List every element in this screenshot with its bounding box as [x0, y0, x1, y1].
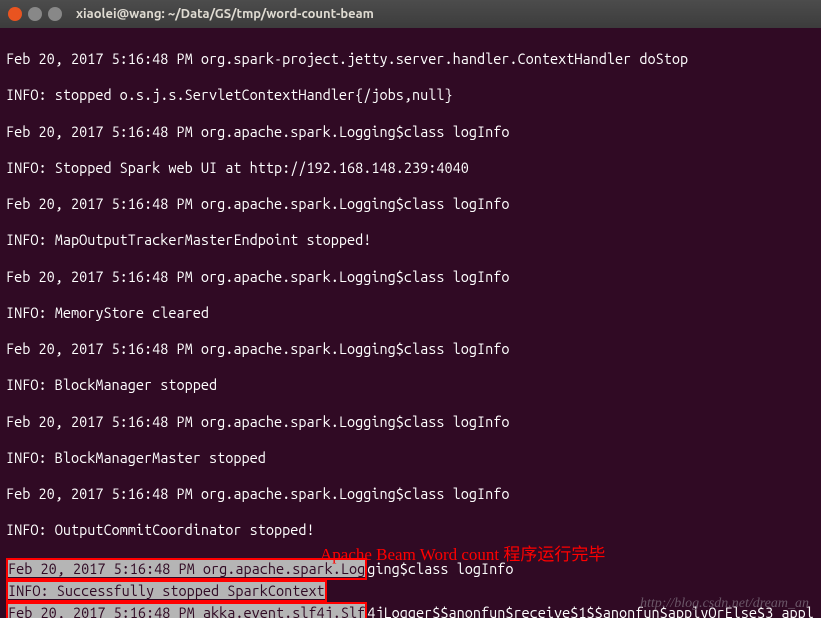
log-line: Feb 20, 2017 5:16:48 PM org.spark-projec… — [6, 50, 815, 68]
highlight-box: Feb 20, 2017 5:16:48 PM akka.event.slf4j… — [6, 602, 367, 618]
log-line: INFO: MemoryStore cleared — [6, 304, 815, 322]
titlebar: xiaolei@wang: ~/Data/GS/tmp/word-count-b… — [0, 0, 821, 28]
annotation-text: Apache Beam Word count 程序运行完毕 — [320, 544, 605, 565]
log-line: Feb 20, 2017 5:16:48 PM org.apache.spark… — [6, 413, 815, 431]
log-line: INFO: BlockManagerMaster stopped — [6, 449, 815, 467]
log-line: INFO: BlockManager stopped — [6, 376, 815, 394]
minimize-icon[interactable] — [28, 7, 42, 21]
log-line: Feb 20, 2017 5:16:48 PM org.apache.spark… — [6, 123, 815, 141]
log-line: INFO: stopped o.s.j.s.ServletContextHand… — [6, 86, 815, 104]
log-line: Feb 20, 2017 5:16:48 PM org.apache.spark… — [6, 485, 815, 503]
close-icon[interactable] — [8, 7, 22, 21]
window-title: xiaolei@wang: ~/Data/GS/tmp/word-count-b… — [76, 7, 374, 21]
log-line: Feb 20, 2017 5:16:48 PM org.apache.spark… — [6, 195, 815, 213]
log-line: Feb 20, 2017 5:16:48 PM org.apache.spark… — [6, 340, 815, 358]
watermark-text: http://blog.csdn.net/dream_an — [640, 595, 809, 613]
log-line: INFO: Stopped Spark web UI at http://192… — [6, 159, 815, 177]
selected-text: INFO: Successfully stopped SparkContext — [8, 582, 325, 599]
selected-text: Feb 20, 2017 5:16:48 PM akka.event.slf4j… — [8, 604, 365, 618]
highlight-box: Feb 20, 2017 5:16:48 PM org.apache.spark… — [6, 558, 367, 580]
terminal-body[interactable]: Feb 20, 2017 5:16:48 PM org.spark-projec… — [0, 28, 821, 618]
selected-text: Feb 20, 2017 5:16:48 PM org.apache.spark… — [8, 560, 365, 577]
maximize-icon[interactable] — [48, 7, 62, 21]
log-line: INFO: MapOutputTrackerMasterEndpoint sto… — [6, 231, 815, 249]
log-line: INFO: OutputCommitCoordinator stopped! — [6, 521, 815, 539]
log-line: Feb 20, 2017 5:16:48 PM org.apache.spark… — [6, 268, 815, 286]
highlight-box: INFO: Successfully stopped SparkContext — [6, 580, 327, 602]
terminal-window: xiaolei@wang: ~/Data/GS/tmp/word-count-b… — [0, 0, 821, 618]
